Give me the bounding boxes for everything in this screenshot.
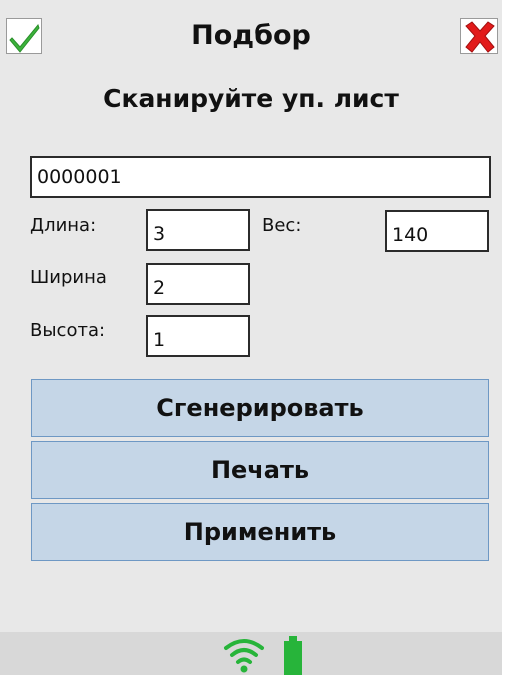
height-input[interactable]: [146, 315, 250, 357]
width-input[interactable]: [146, 263, 250, 305]
weight-input[interactable]: [385, 210, 489, 252]
apply-button[interactable]: Применить: [31, 503, 489, 561]
right-edge: [502, 0, 508, 675]
length-input[interactable]: [146, 209, 250, 251]
width-label: Ширина: [30, 267, 107, 288]
battery-icon: [284, 636, 302, 675]
page-title: Подбор: [191, 20, 311, 51]
status-bar: [0, 632, 502, 675]
print-button[interactable]: Печать: [31, 441, 489, 499]
checkmark-icon: [9, 23, 40, 53]
length-label: Длина:: [30, 215, 97, 236]
wifi-icon: [224, 639, 264, 673]
instruction-heading: Сканируйте уп. лист: [103, 84, 399, 113]
scan-input[interactable]: [30, 156, 491, 198]
header: Подбор: [0, 0, 502, 66]
height-label: Высота:: [30, 320, 106, 341]
generate-button[interactable]: Сгенерировать: [31, 379, 489, 437]
close-icon: [465, 21, 495, 53]
close-button[interactable]: [460, 18, 498, 54]
confirm-button[interactable]: [6, 18, 42, 54]
weight-label: Вес:: [262, 215, 302, 236]
app-screen: Подбор Сканируйте уп. лист Длина: Вес: Ш…: [0, 0, 502, 675]
